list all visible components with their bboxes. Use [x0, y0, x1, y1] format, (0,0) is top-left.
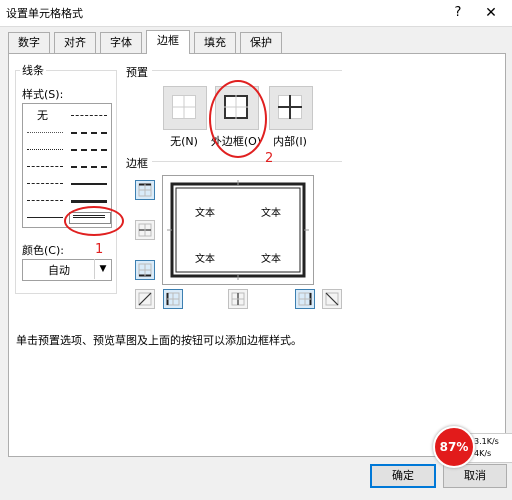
annotation-circle-outline: [209, 80, 267, 158]
ok-button[interactable]: 确定: [370, 464, 436, 488]
line-style-thick[interactable]: [71, 200, 107, 203]
chevron-down-icon[interactable]: ▼: [94, 259, 111, 279]
line-style-medium[interactable]: [71, 183, 107, 185]
download-speed: 4K/s: [474, 449, 492, 458]
preset-inside-label: 内部(I): [273, 135, 307, 148]
border-divider: [152, 161, 342, 162]
close-button[interactable]: ✕: [480, 3, 502, 23]
border-preview[interactable]: 文本 文本 文本 文本: [162, 175, 314, 285]
line-style-hair[interactable]: [27, 132, 63, 133]
diagonal-up-icon: [138, 292, 152, 306]
tab-border[interactable]: 边框: [146, 30, 190, 54]
annotation-number-1: 1: [95, 242, 104, 257]
line-style-thin[interactable]: [27, 217, 63, 218]
preview-text-top-right: 文本: [261, 208, 281, 219]
line-style-medium-dash-dot[interactable]: [71, 149, 107, 151]
line-style-medium-dash-dot-dot[interactable]: [71, 115, 107, 116]
preset-none-icon: [172, 95, 196, 119]
line-style-none[interactable]: 无: [37, 107, 48, 123]
line-style-dotted[interactable]: [27, 149, 63, 150]
tab-protection[interactable]: 保护: [240, 32, 282, 53]
border-left-icon: [166, 292, 180, 306]
preset-inside-button[interactable]: [269, 86, 313, 130]
tab-font[interactable]: 字体: [100, 32, 142, 53]
annotation-circle-double-line: [64, 206, 124, 236]
border-inside-horizontal-button[interactable]: [135, 220, 155, 240]
border-bottom-button[interactable]: [135, 260, 155, 280]
preset-none-button[interactable]: [163, 86, 207, 130]
border-bottom-icon: [138, 263, 152, 277]
border-inside-horizontal-icon: [138, 223, 152, 237]
border-inside-vertical-button[interactable]: [228, 289, 248, 309]
tab-alignment[interactable]: 对齐: [54, 32, 96, 53]
annotation-number-2: 2: [265, 151, 274, 166]
line-style-slant-dash-dot[interactable]: [71, 132, 107, 134]
preview-text-bottom-left: 文本: [195, 254, 215, 265]
hint-text: 单击预置选项、预览草图及上面的按钮可以添加边框样式。: [16, 334, 302, 347]
tab-fill[interactable]: 填充: [194, 32, 236, 53]
preset-inside-icon: [278, 95, 302, 119]
preview-text-top-left: 文本: [195, 208, 215, 219]
border-inside-vertical-icon: [231, 292, 245, 306]
line-style-medium-dashed[interactable]: [71, 166, 107, 168]
preset-divider: [152, 70, 342, 71]
border-diagonal-up-button[interactable]: [135, 289, 155, 309]
line-style-dash-dot-dot[interactable]: [27, 166, 63, 167]
tab-number[interactable]: 数字: [8, 32, 50, 53]
border-group-label: 边框: [126, 157, 148, 170]
color-label: 颜色(C):: [22, 244, 64, 257]
dialog-title: 设置单元格格式: [6, 7, 83, 20]
preview-text-bottom-right: 文本: [261, 254, 281, 265]
upload-speed: 3.1K/s: [474, 437, 499, 446]
border-top-button[interactable]: [135, 180, 155, 200]
line-style-dash-dot[interactable]: [27, 183, 63, 184]
border-left-button[interactable]: [163, 289, 183, 309]
help-button[interactable]: ?: [448, 3, 468, 23]
line-group-label: 线条: [20, 62, 46, 78]
line-style-dashed[interactable]: [27, 200, 63, 201]
border-right-button[interactable]: [295, 289, 315, 309]
preview-frame: [167, 180, 309, 280]
color-value: 自动: [48, 264, 70, 277]
preset-group-label: 预置: [126, 66, 148, 79]
border-right-icon: [298, 292, 312, 306]
memory-usage-badge[interactable]: 87%: [433, 426, 475, 468]
diagonal-down-icon: [325, 292, 339, 306]
border-top-icon: [138, 183, 152, 197]
border-diagonal-down-button[interactable]: [322, 289, 342, 309]
style-label: 样式(S):: [22, 88, 64, 101]
